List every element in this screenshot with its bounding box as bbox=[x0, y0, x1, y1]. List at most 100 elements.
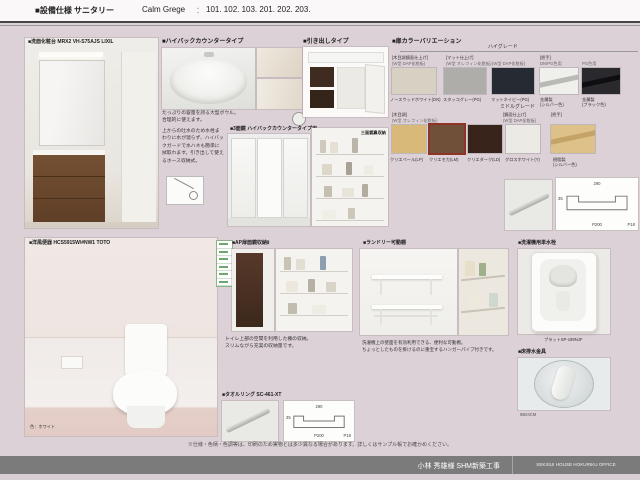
laundry-shelf-photo bbox=[360, 249, 457, 335]
paper-holder bbox=[61, 356, 83, 369]
diagram-dim-left: 35 bbox=[286, 415, 291, 420]
mirror-panel bbox=[39, 60, 105, 146]
vanity-cabinet bbox=[33, 155, 105, 222]
shelf-line bbox=[316, 154, 384, 155]
open-mirror-cabinet-photo bbox=[228, 134, 310, 226]
open-drawer-1 bbox=[310, 67, 334, 87]
washer-faucet-model: プラットSP-199NJF bbox=[544, 337, 582, 342]
towel-bar-photo bbox=[505, 180, 552, 230]
toilet-tank bbox=[125, 324, 167, 376]
drawer-vanity-photo bbox=[303, 47, 388, 117]
open-door bbox=[365, 64, 385, 114]
toilet-color-note: 色：ホワイト bbox=[30, 424, 55, 429]
closeup-photo-1 bbox=[257, 48, 302, 77]
vanity-label: ■洗面化粧台 MRX2 VH-S75AJS LIXIL bbox=[28, 40, 114, 46]
counter-top bbox=[308, 52, 384, 63]
mirror-door-center bbox=[257, 138, 282, 218]
shelf-line bbox=[280, 271, 348, 272]
faucet-spout bbox=[556, 291, 570, 311]
grade-divider-line bbox=[400, 51, 638, 52]
shelf-line bbox=[280, 315, 348, 316]
faucet-shape bbox=[204, 52, 214, 57]
shelf-bracket bbox=[380, 309, 382, 325]
toilet-feature-icons bbox=[216, 240, 233, 287]
shelf-item bbox=[346, 162, 352, 175]
spec-sheet-page: ■設備仕様 サニタリー Calm Grege ： 101. 102. 103. … bbox=[0, 0, 640, 480]
swatch-name: ノースウッドホワイト(DN) bbox=[390, 97, 441, 102]
floor-drain-model: 9B04CM bbox=[520, 412, 536, 417]
disclaimer-note: ※仕様・色柄・色調等は、印刷のため実物とは多少異なる場合があります。詳しくはサン… bbox=[0, 441, 640, 448]
mid-grade-label: ミドルグレード bbox=[500, 104, 535, 110]
shelf-item bbox=[330, 142, 338, 153]
towel-ring-shape bbox=[225, 408, 270, 434]
bowl-caption-2: 合理的に使えます。 bbox=[162, 117, 205, 124]
mg-group1-sub: (W型 オレフィン化粧板) bbox=[392, 118, 438, 123]
footer-bar: 小林 秀雄様 SHM新築工事 SEKISUI HOUSE HOKURIKU OF… bbox=[0, 456, 640, 474]
bar-profile-drawing bbox=[566, 193, 628, 211]
towel-bar-shape bbox=[508, 193, 550, 217]
header-rule-thick bbox=[0, 21, 640, 23]
hanger-pipe bbox=[374, 315, 438, 317]
ap-cabinet-open-photo bbox=[276, 249, 352, 331]
shelf-item bbox=[342, 188, 354, 197]
diagram-dim-left: 35 bbox=[558, 196, 563, 201]
shelf-item bbox=[362, 184, 368, 197]
plan-name: Calm Grege bbox=[142, 5, 185, 14]
swatch-name: クリエペール(LP) bbox=[390, 157, 423, 162]
shelf-item bbox=[296, 259, 305, 270]
swatch-gloss-white bbox=[506, 125, 540, 153]
plan-separator: ： bbox=[196, 5, 204, 16]
high-grade-label: ハイグレード bbox=[488, 44, 518, 50]
diagram-dim-top: 290 bbox=[284, 404, 354, 409]
vanity-photo: ■洗面化粧台 MRX2 VH-S75AJS LIXIL bbox=[25, 38, 158, 228]
swatch-matte-navy bbox=[492, 68, 534, 94]
closeup-photo-2 bbox=[257, 79, 302, 109]
washer-faucet-photo bbox=[518, 249, 610, 334]
footer-bottom-strip bbox=[0, 474, 640, 480]
laundry-shelf-label: ■ランドリー可動棚 bbox=[363, 241, 406, 247]
mg-group2-heading: [鏡面仕上げ] bbox=[503, 112, 526, 117]
mg-group1-heading: [木目調] bbox=[392, 112, 407, 117]
room-numbers: 101. 102. 103. 201. 202. 203. bbox=[206, 5, 311, 14]
towel-bar-diagram: 290 35 P200 P18 bbox=[556, 178, 638, 230]
bowl-shape bbox=[170, 60, 247, 104]
bowl-photo bbox=[162, 48, 255, 109]
cabinet-door bbox=[236, 253, 263, 327]
shelf-item bbox=[322, 210, 336, 219]
diagram-dim-bottom1: P200 bbox=[556, 222, 638, 227]
swatch-name: グロスホワイト(Y) bbox=[505, 157, 540, 162]
shelf-item bbox=[489, 293, 498, 307]
toilet-photo: ■洋風便器 HCS5915W/#NW1 TOTO 色：ホワイト bbox=[25, 238, 217, 436]
drawer-contents bbox=[337, 67, 365, 109]
shelf-line bbox=[461, 307, 505, 314]
diagram-dim-top: 290 bbox=[556, 181, 638, 186]
shelf-item bbox=[324, 186, 332, 197]
shelf-item bbox=[469, 295, 481, 307]
swatch-stucco-gray bbox=[444, 68, 486, 94]
faucet-note-text: 上からの吐水のため水栓まわりに水が溜らず、ハイバックガードで水ハネも簡単に拭取れ… bbox=[162, 128, 224, 165]
section-title: ■設備仕様 サニタリー bbox=[35, 5, 114, 16]
hg-group3-sub1: DN/PG色用 bbox=[540, 61, 562, 66]
ap-caption-2: スリムながら充実の収納量です。 bbox=[225, 343, 296, 350]
handle-name: 金属製(シルバー色) bbox=[540, 97, 564, 108]
shelf-item bbox=[286, 281, 298, 292]
shelf-line bbox=[280, 293, 348, 294]
swatch-name: クリエモカ(LM) bbox=[429, 157, 459, 162]
towel-ring-diagram: 290 35 P200 P18 bbox=[284, 401, 354, 441]
office-name: SEKISUI HOUSE HOKURIKU OFFICE bbox=[516, 462, 636, 467]
hg-group2-sub2: (W型 DAP化粧板) bbox=[492, 61, 525, 66]
shelf-item bbox=[322, 164, 332, 175]
diagram-dim-bottom2: P18 bbox=[628, 222, 635, 227]
header-bar: ■設備仕様 サニタリー Calm Grege ： 101. 102. 103. … bbox=[0, 0, 640, 21]
mg-group2-sub: (W型 DAP化粧板) bbox=[503, 118, 536, 123]
shelf-line bbox=[316, 176, 384, 177]
shelf-bracket bbox=[430, 279, 432, 295]
swatch-northwood-white bbox=[392, 68, 436, 94]
hg-group2-heading: [マット仕上げ] bbox=[446, 55, 473, 60]
shelf-item bbox=[352, 138, 358, 153]
floor-drain-photo bbox=[518, 358, 610, 410]
floor-strip bbox=[25, 222, 158, 228]
customer-project-name: 小林 秀雄様 SHM新築工事 bbox=[418, 461, 500, 471]
mirror-door-left bbox=[231, 138, 256, 218]
swatch-name: クリエダーク(LD) bbox=[467, 157, 500, 162]
